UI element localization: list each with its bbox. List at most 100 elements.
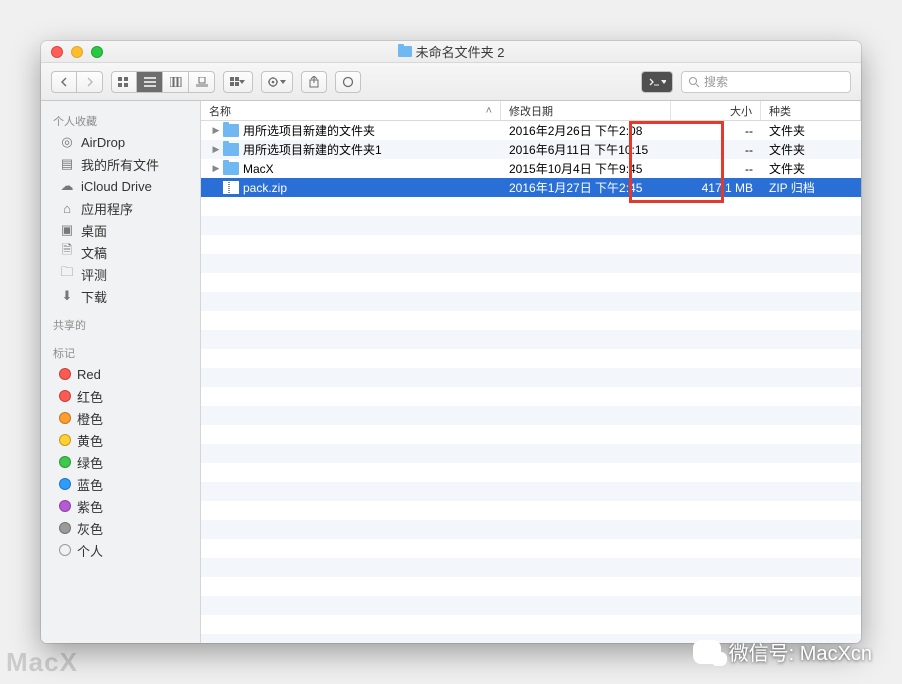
sidebar-tag-item[interactable]: 紫色 xyxy=(41,495,200,517)
empty-row xyxy=(201,216,861,235)
action-button[interactable] xyxy=(261,71,293,93)
view-buttons xyxy=(111,71,215,93)
empty-row xyxy=(201,311,861,330)
tag-dot-icon xyxy=(59,522,71,534)
tag-dot-icon xyxy=(59,478,71,490)
folder-icon xyxy=(223,162,239,175)
arrange-button[interactable] xyxy=(223,71,253,93)
share-button[interactable] xyxy=(301,71,327,93)
folder-icon xyxy=(223,124,239,137)
sidebar-tag-item[interactable]: 橙色 xyxy=(41,407,200,429)
empty-row xyxy=(201,520,861,539)
sidebar-item-label: 紫色 xyxy=(77,497,103,516)
sidebar-item-label: 评测 xyxy=(81,265,107,284)
sidebar-tag-item[interactable]: 蓝色 xyxy=(41,473,200,495)
finder-window: 未命名文件夹 2 xyxy=(41,41,861,643)
sidebar-tag-item[interactable]: 灰色 xyxy=(41,517,200,539)
file-size: -- xyxy=(745,162,753,176)
empty-row xyxy=(201,406,861,425)
tag-dot-icon xyxy=(59,434,71,446)
empty-row xyxy=(201,539,861,558)
empty-row xyxy=(201,558,861,577)
list-view-button[interactable] xyxy=(137,71,163,93)
column-date[interactable]: 修改日期 xyxy=(501,101,671,120)
empty-row xyxy=(201,330,861,349)
file-kind: 文件夹 xyxy=(769,141,805,158)
sidebar-tag-item[interactable]: 黄色 xyxy=(41,429,200,451)
sidebar-item[interactable]: ▣桌面 xyxy=(41,219,200,241)
sidebar-item[interactable]: ◎ AirDrop xyxy=(41,131,200,153)
sidebar-item-label: 灰色 xyxy=(77,519,103,538)
tags-button[interactable] xyxy=(335,71,361,93)
watermark-bottom-right: 微信号: MacXcn xyxy=(693,637,872,666)
tag-dot-icon xyxy=(59,368,71,380)
zoom-button[interactable] xyxy=(91,46,103,58)
empty-row xyxy=(201,463,861,482)
sidebar-item-label: 黄色 xyxy=(77,431,103,450)
sidebar-item-label: iCloud Drive xyxy=(81,179,152,194)
search-input[interactable]: 搜索 xyxy=(681,71,851,93)
file-name: MacX xyxy=(243,162,274,176)
sidebar-icon: ⌂ xyxy=(59,201,75,216)
disclosure-triangle-icon[interactable]: ▶ xyxy=(209,144,223,155)
terminal-shortcut-button[interactable] xyxy=(641,71,673,93)
file-size: -- xyxy=(745,143,753,157)
minimize-button[interactable] xyxy=(71,46,83,58)
column-size[interactable]: 大小 xyxy=(671,101,761,120)
sidebar-item-label: 我的所有文件 xyxy=(81,155,159,174)
sidebar-tag-item[interactable]: 个人 xyxy=(41,539,200,561)
file-rows: ▶用所选项目新建的文件夹2016年2月26日 下午2:08--文件夹▶用所选项目… xyxy=(201,121,861,643)
sidebar-item[interactable]: ▤我的所有文件 xyxy=(41,153,200,175)
sidebar-item-label: 绿色 xyxy=(77,453,103,472)
file-date: 2016年6月11日 下午10:15 xyxy=(509,141,648,158)
disclosure-triangle-icon[interactable]: ▶ xyxy=(209,163,223,174)
column-headers: 名称˄ 修改日期 大小 种类 xyxy=(201,101,861,121)
sidebar-item[interactable]: ⬇下载 xyxy=(41,285,200,307)
window-title-text: 未命名文件夹 2 xyxy=(416,42,505,61)
sidebar-item-label: 红色 xyxy=(77,387,103,406)
toolbar: 搜索 xyxy=(41,63,861,101)
table-row[interactable]: pack.zip2016年1月27日 下午2:45417.1 MBZIP 归档 xyxy=(201,178,861,197)
sidebar-item-label: AirDrop xyxy=(81,135,125,150)
column-name[interactable]: 名称˄ xyxy=(201,101,501,120)
sidebar-icon: ▣ xyxy=(59,222,75,238)
sidebar-item[interactable]: ⌂应用程序 xyxy=(41,197,200,219)
table-row[interactable]: ▶MacX2015年10月4日 下午9:45--文件夹 xyxy=(201,159,861,178)
traffic-lights xyxy=(41,46,103,58)
icon-view-button[interactable] xyxy=(111,71,137,93)
file-date: 2016年1月27日 下午2:45 xyxy=(509,179,642,196)
sidebar-icon: ☁ xyxy=(59,178,75,194)
sidebar-tag-item[interactable]: 红色 xyxy=(41,385,200,407)
file-date: 2015年10月4日 下午9:45 xyxy=(509,160,642,177)
sidebar-tag-item[interactable]: 绿色 xyxy=(41,451,200,473)
sidebar-icon: 🗎 xyxy=(59,241,75,263)
sidebar-item[interactable]: ☁ iCloud Drive xyxy=(41,175,200,197)
table-row[interactable]: ▶用所选项目新建的文件夹2016年2月26日 下午2:08--文件夹 xyxy=(201,121,861,140)
close-button[interactable] xyxy=(51,46,63,58)
sidebar-icon: ◎ xyxy=(59,134,75,150)
sidebar-item-label: Red xyxy=(77,367,101,382)
file-size: 417.1 MB xyxy=(702,181,753,195)
back-button[interactable] xyxy=(51,71,77,93)
empty-row xyxy=(201,197,861,216)
sidebar-item[interactable]: 🗎文稿 xyxy=(41,241,200,263)
watermark-bottom-left: MacX xyxy=(6,647,78,678)
tag-dot-icon xyxy=(59,456,71,468)
search-icon xyxy=(688,76,700,88)
sidebar-tag-item[interactable]: Red xyxy=(41,363,200,385)
sidebar-item-label: 橙色 xyxy=(77,409,103,428)
coverflow-view-button[interactable] xyxy=(189,71,215,93)
sidebar-item[interactable]: 🗀评测 xyxy=(41,263,200,285)
forward-button[interactable] xyxy=(77,71,103,93)
column-view-button[interactable] xyxy=(163,71,189,93)
sort-indicator-icon: ˄ xyxy=(486,105,492,117)
empty-row xyxy=(201,615,861,634)
file-name: 用所选项目新建的文件夹1 xyxy=(243,141,382,158)
tag-dot-icon xyxy=(59,500,71,512)
tag-dot-icon xyxy=(59,544,71,556)
file-list-area: 名称˄ 修改日期 大小 种类 ▶用所选项目新建的文件夹2016年2月26日 下午… xyxy=(201,101,861,643)
sidebar-favorites-heading: 个人收藏 xyxy=(41,109,200,131)
column-kind[interactable]: 种类 xyxy=(761,101,861,120)
disclosure-triangle-icon[interactable]: ▶ xyxy=(209,125,223,136)
table-row[interactable]: ▶ 用所选项目新建的文件夹1 2016年6月11日 下午10:15 -- 文件夹 xyxy=(201,140,861,159)
